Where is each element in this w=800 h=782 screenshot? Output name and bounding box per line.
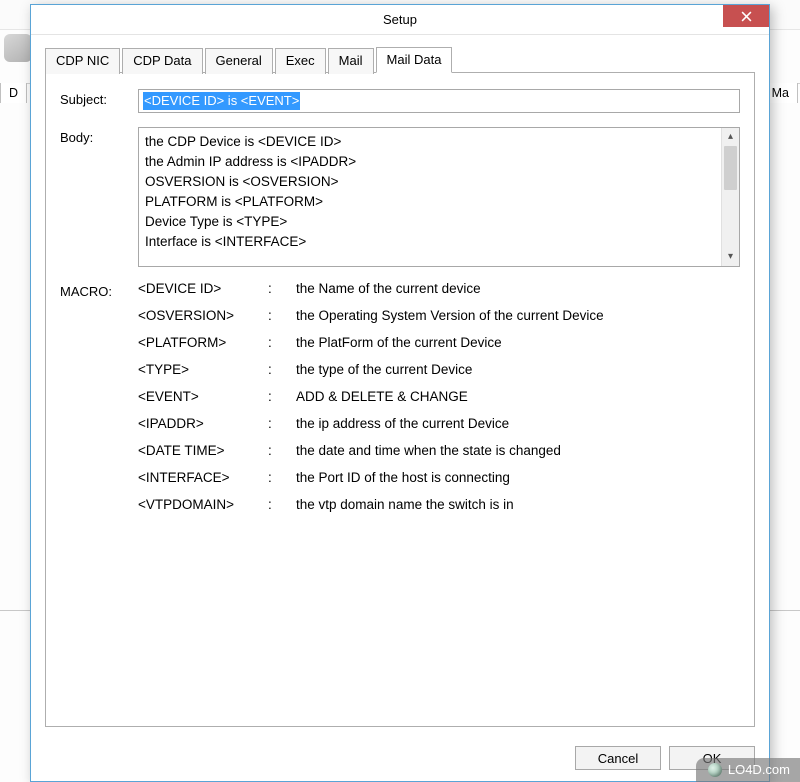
macro-colon: : (268, 416, 296, 431)
scroll-down-icon[interactable]: ▾ (722, 248, 739, 266)
scroll-thumb[interactable] (724, 146, 737, 190)
body-label: Body: (60, 127, 138, 145)
macro-desc: the ip address of the current Device (296, 416, 740, 431)
tab-mail[interactable]: Mail (328, 48, 374, 74)
macro-desc: the date and time when the state is chan… (296, 443, 740, 458)
tab-exec[interactable]: Exec (275, 48, 326, 74)
macro-colon: : (268, 362, 296, 377)
macro-desc: ADD & DELETE & CHANGE (296, 389, 740, 404)
macro-desc: the Port ID of the host is connecting (296, 470, 740, 485)
background-tab-left[interactable]: D (0, 83, 27, 103)
tab-mail-data[interactable]: Mail Data (376, 47, 453, 73)
globe-icon (708, 763, 722, 777)
macro-key: <INTERFACE> (138, 470, 268, 485)
macro-key: <IPADDR> (138, 416, 268, 431)
macro-key: <EVENT> (138, 389, 268, 404)
macro-key: <DATE TIME> (138, 443, 268, 458)
macro-colon: : (268, 389, 296, 404)
close-icon (741, 11, 752, 22)
subject-input[interactable]: <DEVICE ID> is <EVENT> (138, 89, 740, 113)
macro-desc: the Name of the current device (296, 281, 740, 296)
macro-desc: the PlatForm of the current Device (296, 335, 740, 350)
macro-colon: : (268, 443, 296, 458)
subject-label: Subject: (60, 89, 138, 107)
tab-cdp-nic[interactable]: CDP NIC (45, 48, 120, 74)
tab-cdp-data[interactable]: CDP Data (122, 48, 202, 74)
tab-panel-mail-data: Subject: <DEVICE ID> is <EVENT> Body: th… (45, 73, 755, 727)
watermark: LO4D.com (696, 758, 800, 782)
scroll-track[interactable] (722, 146, 739, 248)
titlebar[interactable]: Setup (31, 5, 769, 35)
macro-colon: : (268, 308, 296, 323)
tabstrip: CDP NICCDP DataGeneralExecMailMail Data (45, 47, 755, 73)
macro-colon: : (268, 470, 296, 485)
tab-general[interactable]: General (205, 48, 273, 74)
macro-key: <OSVERSION> (138, 308, 268, 323)
macro-key: <DEVICE ID> (138, 281, 268, 296)
macro-table: <DEVICE ID>:the Name of the current devi… (138, 281, 740, 512)
scroll-up-icon[interactable]: ▴ (722, 128, 739, 146)
body-textarea[interactable]: the CDP Device is <DEVICE ID> the Admin … (138, 127, 740, 267)
body-scrollbar[interactable]: ▴ ▾ (721, 128, 739, 266)
macro-key: <PLATFORM> (138, 335, 268, 350)
dialog-footer: Cancel OK (31, 735, 769, 781)
close-button[interactable] (723, 5, 769, 27)
macro-colon: : (268, 335, 296, 350)
macro-key: <TYPE> (138, 362, 268, 377)
macro-desc: the type of the current Device (296, 362, 740, 377)
cancel-button[interactable]: Cancel (575, 746, 661, 770)
setup-dialog: Setup CDP NICCDP DataGeneralExecMailMail… (30, 4, 770, 782)
macro-colon: : (268, 497, 296, 512)
macro-desc: the Operating System Version of the curr… (296, 308, 740, 323)
body-text: the CDP Device is <DEVICE ID> the Admin … (145, 134, 356, 249)
background-app-icon (4, 34, 32, 62)
macro-label: MACRO: (60, 281, 138, 299)
macro-desc: the vtp domain name the switch is in (296, 497, 740, 512)
window-title: Setup (31, 12, 769, 27)
watermark-text: LO4D.com (728, 762, 790, 777)
macro-colon: : (268, 281, 296, 296)
subject-selected-text: <DEVICE ID> is <EVENT> (143, 92, 300, 110)
macro-key: <VTPDOMAIN> (138, 497, 268, 512)
